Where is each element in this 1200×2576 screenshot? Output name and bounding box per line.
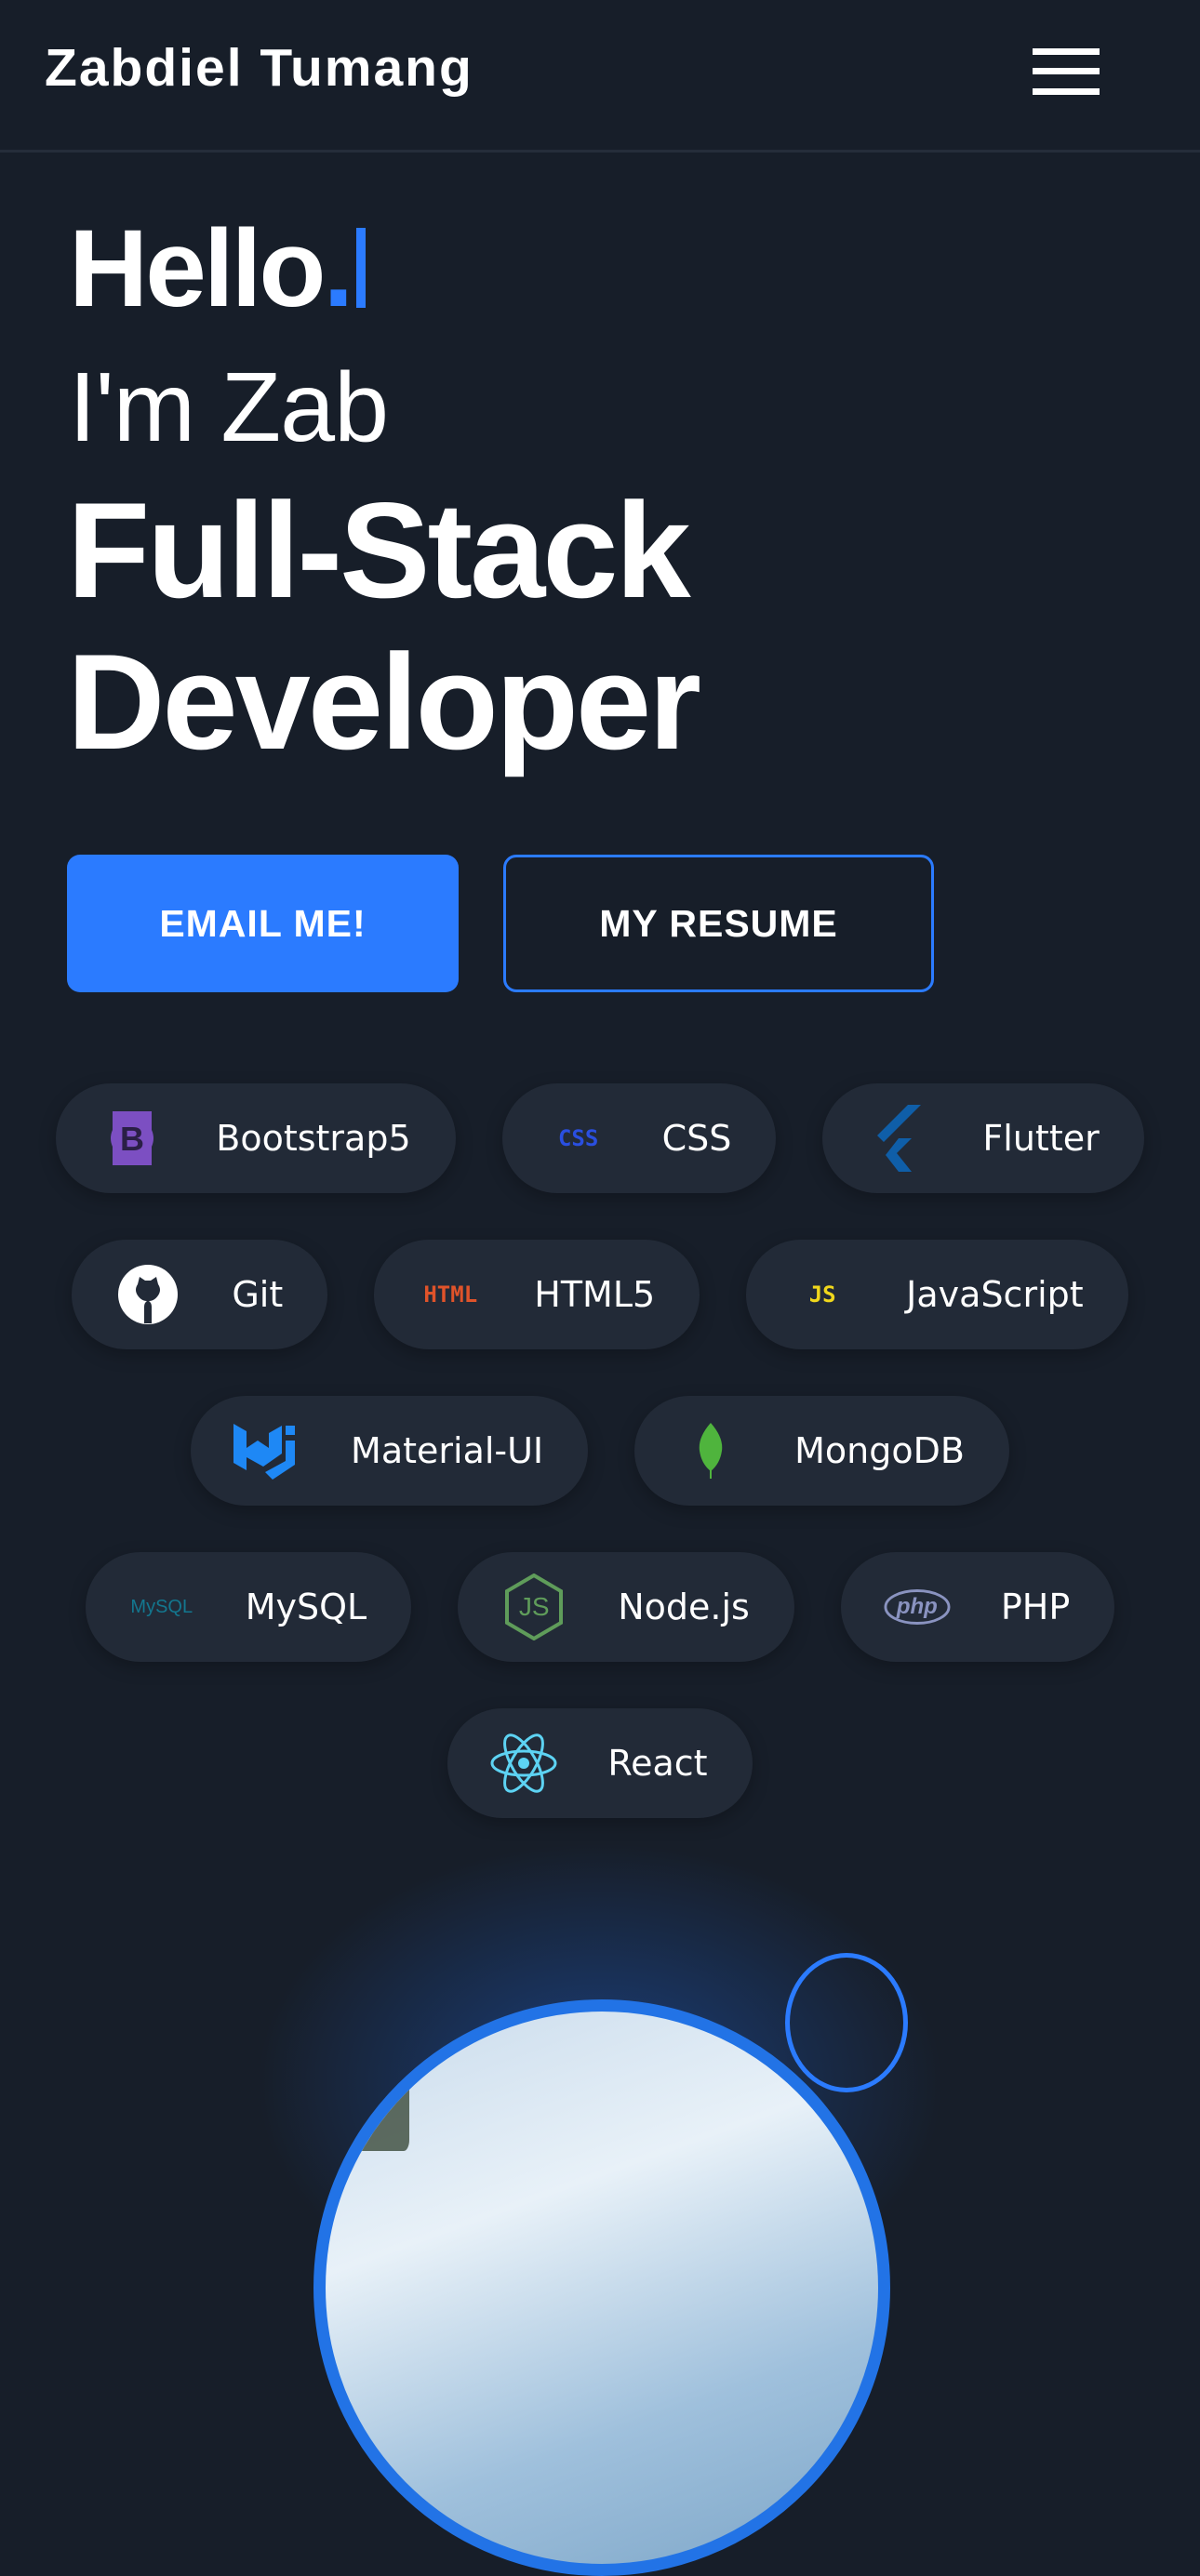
- skill-label: MongoDB: [794, 1430, 965, 1471]
- skill-pill-javascript: JS JavaScript: [746, 1240, 1128, 1349]
- navbar: Zabdiel Tumang: [0, 0, 1200, 153]
- skill-pill-mongodb: MongoDB: [634, 1396, 1009, 1506]
- mysql-icon-text: MySQL: [130, 1596, 193, 1617]
- skill-label: React: [607, 1743, 708, 1784]
- js-icon-text: JS: [808, 1281, 836, 1308]
- role-line-1: Full-Stack: [67, 474, 691, 626]
- skill-pill-css: CSS CSS: [501, 1083, 777, 1193]
- css-icon-text: CSS: [557, 1125, 599, 1151]
- skill-label: MySQL: [245, 1587, 367, 1627]
- html-icon: HTML: [417, 1261, 484, 1328]
- skill-pill-git: Git: [72, 1240, 328, 1349]
- skill-pill-mysql: MySQL MySQL: [85, 1552, 412, 1662]
- nodejs-icon: JS: [500, 1573, 567, 1640]
- skill-label: PHP: [1000, 1587, 1071, 1627]
- skill-pill-bootstrap5: B Bootstrap5: [56, 1083, 456, 1193]
- brand-title[interactable]: Zabdiel Tumang: [45, 37, 473, 99]
- mongodb-icon: [677, 1417, 744, 1484]
- hello-heading: Hello.: [69, 207, 367, 330]
- js-icon: JS: [789, 1261, 856, 1328]
- skill-label: Material-UI: [351, 1430, 544, 1471]
- html-icon-text: HTML: [423, 1281, 478, 1308]
- flutter-icon: [865, 1105, 932, 1172]
- photo-tree: [353, 2039, 409, 2151]
- my-resume-button[interactable]: MY RESUME: [503, 855, 934, 992]
- skill-label: CSS: [661, 1118, 732, 1159]
- github-icon: [114, 1261, 181, 1328]
- role-line-2: Developer: [67, 626, 701, 777]
- skill-pill-flutter: Flutter: [822, 1083, 1144, 1193]
- skill-pill-html5: HTML HTML5: [374, 1240, 700, 1349]
- mysql-icon: MySQL: [128, 1573, 195, 1640]
- decorative-ring: [785, 1953, 908, 2092]
- email-me-button[interactable]: EMAIL ME!: [67, 855, 459, 992]
- skill-pill-php: php PHP: [840, 1552, 1115, 1662]
- skill-label: Bootstrap5: [216, 1118, 411, 1159]
- php-icon-text: php: [896, 1594, 938, 1619]
- react-icon: [490, 1730, 557, 1797]
- skill-label: HTML5: [534, 1274, 656, 1315]
- nodejs-icon-text: JS: [518, 1592, 550, 1621]
- hello-dot: .: [323, 207, 354, 330]
- bootstrap-icon: B: [99, 1105, 166, 1172]
- hello-text: Hello: [69, 207, 326, 330]
- skill-label: Flutter: [982, 1118, 1100, 1159]
- svg-text:B: B: [120, 1120, 144, 1158]
- skill-label: Git: [232, 1274, 284, 1315]
- typing-cursor: [356, 228, 367, 308]
- profile-photo: [313, 1999, 890, 2576]
- skill-label: JavaScript: [906, 1274, 1084, 1315]
- skills-list: B Bootstrap5 CSS CSS Flutter Git HTML HT…: [56, 1083, 1144, 1818]
- css-icon: CSS: [545, 1105, 612, 1172]
- role-heading: Full-Stack Developer: [67, 474, 701, 777]
- intro-text: I'm Zab: [69, 352, 389, 462]
- skill-pill-material-ui: Material-UI: [191, 1396, 589, 1506]
- skill-label: Node.js: [618, 1587, 750, 1627]
- material-ui-icon: [233, 1417, 300, 1484]
- skill-pill-nodejs: JS Node.js: [458, 1552, 794, 1662]
- skill-pill-react: React: [447, 1708, 753, 1818]
- php-icon: php: [884, 1573, 951, 1640]
- hamburger-menu-icon[interactable]: [1033, 48, 1100, 95]
